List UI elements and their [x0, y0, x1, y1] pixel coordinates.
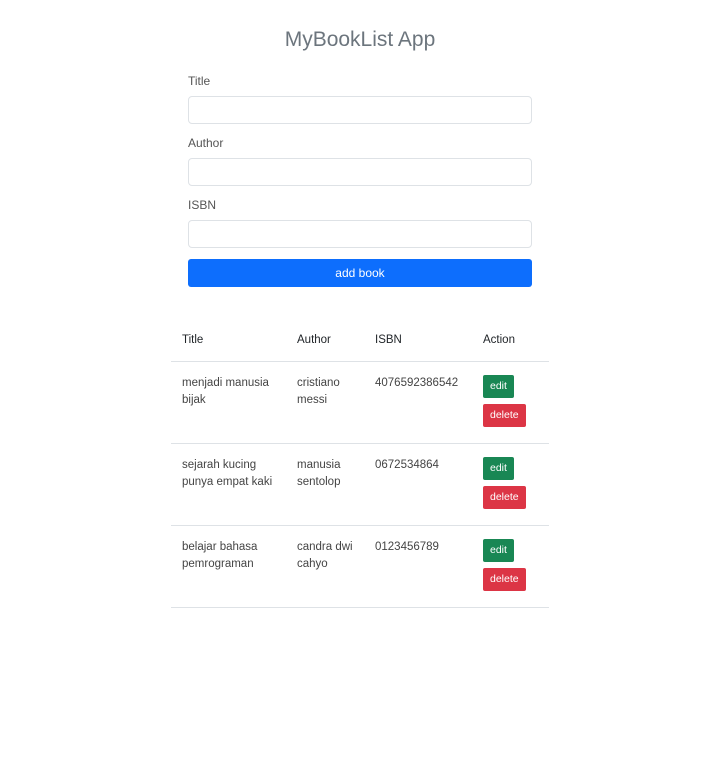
table-row: menjadi manusia bijak cristiano messi 40…: [171, 361, 549, 444]
isbn-group: ISBN: [188, 197, 532, 248]
book-table: Title Author ISBN Action menjadi manusia…: [171, 320, 549, 608]
isbn-label: ISBN: [188, 198, 217, 212]
header-author: Author: [286, 320, 364, 362]
book-form: Title Author ISBN add book: [188, 73, 532, 287]
cell-isbn: 0123456789: [364, 525, 472, 608]
cell-title: belajar bahasa pemrograman: [171, 525, 286, 608]
cell-action: edit delete: [472, 443, 549, 526]
header-isbn: ISBN: [364, 320, 472, 362]
cell-title: sejarah kucing punya empat kaki: [171, 443, 286, 526]
table-row: sejarah kucing punya empat kaki manusia …: [171, 443, 549, 526]
cell-isbn: 0672534864: [364, 443, 472, 526]
edit-button[interactable]: edit: [483, 456, 514, 480]
author-label: Author: [188, 136, 224, 150]
page: MyBookList App Title Author ISBN add boo…: [0, 0, 720, 761]
title-label: Title: [188, 74, 211, 88]
add-book-button[interactable]: add book: [188, 259, 532, 287]
cell-action: edit delete: [472, 525, 549, 608]
edit-button[interactable]: edit: [483, 374, 514, 398]
author-input[interactable]: [188, 158, 532, 186]
isbn-input[interactable]: [188, 220, 532, 248]
cell-title: menjadi manusia bijak: [171, 361, 286, 444]
app-title: MyBookList App: [284, 28, 436, 51]
delete-button[interactable]: delete: [483, 403, 526, 427]
edit-button[interactable]: edit: [483, 538, 514, 562]
title-input[interactable]: [188, 96, 532, 124]
table-row: belajar bahasa pemrograman candra dwi ca…: [171, 525, 549, 608]
cell-action: edit delete: [472, 361, 549, 444]
header-title: Title: [171, 320, 286, 362]
cell-author: cristiano messi: [286, 361, 364, 444]
table-body: menjadi manusia bijak cristiano messi 40…: [171, 361, 549, 608]
author-group: Author: [188, 135, 532, 186]
header-action: Action: [472, 320, 549, 362]
title-group: Title: [188, 73, 532, 124]
cell-author: candra dwi cahyo: [286, 525, 364, 608]
table-header: Title Author ISBN Action: [171, 320, 549, 362]
delete-button[interactable]: delete: [483, 485, 526, 509]
delete-button[interactable]: delete: [483, 567, 526, 591]
cell-isbn: 4076592386542: [364, 361, 472, 444]
cell-author: manusia sentolop: [286, 443, 364, 526]
table-header-row: Title Author ISBN Action: [171, 320, 549, 362]
